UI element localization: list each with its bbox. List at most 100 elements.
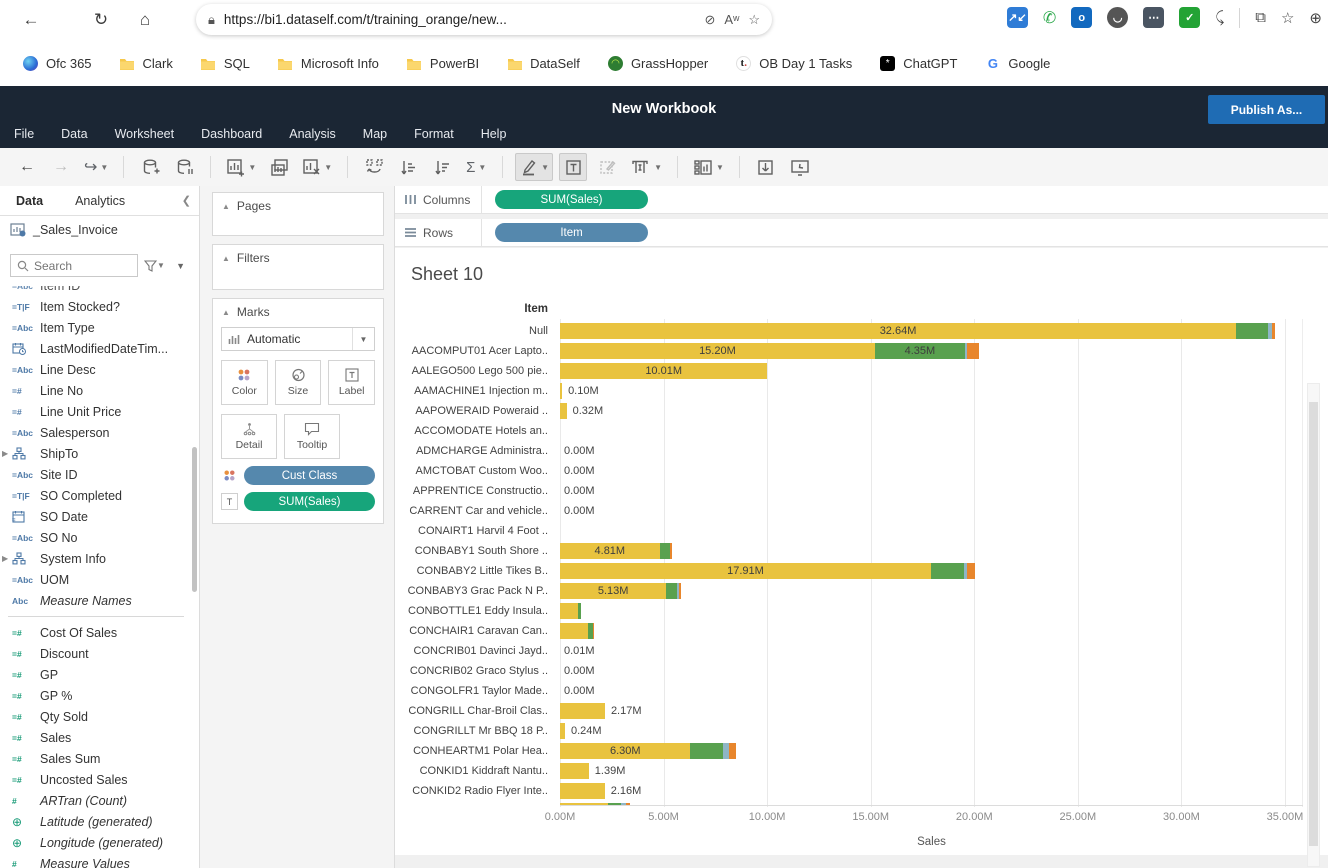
split-screen-icon[interactable]: ⧉ [1255, 9, 1266, 26]
collapse-chevron-icon[interactable]: ▲ [222, 254, 230, 263]
address-bar[interactable]: 🔒︎ https://bi1.dataself.com/t/training_o… [196, 4, 772, 35]
bar-segment-yellow[interactable]: 17.91M [560, 563, 931, 579]
outlook-extension-icon[interactable]: o [1071, 7, 1092, 28]
bookmark-grasshopper[interactable]: ◠GrassHopper [607, 56, 708, 71]
columns-shelf[interactable]: Columns SUM(Sales) [395, 186, 1328, 214]
item-row-label[interactable]: AAMACHINE1 Injection m.. [395, 381, 548, 401]
new-worksheet-icon[interactable]: ▼ [223, 153, 259, 181]
field-lastmodifieddatetim-[interactable]: LastModifiedDateTim... [0, 338, 192, 359]
expand-chevron-icon[interactable]: ▶ [2, 554, 8, 563]
bookmark-dataself[interactable]: DataSelf [506, 56, 580, 71]
item-row-label[interactable]: APPRENTICE Constructio.. [395, 481, 548, 501]
field-item-stocked-[interactable]: =T|FItem Stocked? [0, 296, 192, 317]
bar-segment-green[interactable]: 4.35M [875, 343, 965, 359]
rows-shelf[interactable]: Rows Item [395, 219, 1328, 247]
item-row-label[interactable]: CONKID2 Radio Flyer Inte.. [395, 781, 548, 801]
item-row-label[interactable]: ACCOMODATE Hotels an.. [395, 421, 548, 441]
field-measure-values[interactable]: #Measure Values [0, 853, 192, 868]
item-row-label[interactable]: CONBABY2 Little Tikes B.. [395, 561, 548, 581]
item-row-label[interactable]: CONGOLFR1 Taylor Made.. [395, 681, 548, 701]
back-icon[interactable]: ← [18, 8, 44, 32]
item-row-label[interactable] [395, 801, 548, 805]
show-mark-labels-icon[interactable] [559, 153, 587, 181]
bookmark-sql[interactable]: SQL [200, 56, 250, 71]
bar-segment-orange[interactable] [593, 623, 594, 639]
tab-data[interactable]: Data [0, 186, 59, 215]
favorites-list-icon[interactable]: ☆ [1281, 9, 1294, 27]
bar-segment-yellow[interactable]: 32.64M [560, 323, 1236, 339]
bar-segment-yellow[interactable] [560, 383, 562, 399]
fit-selector-icon[interactable]: ▼ [627, 153, 665, 181]
bookmark-powerbi[interactable]: PowerBI [406, 56, 479, 71]
bar-segment-yellow[interactable]: 10.01M [560, 363, 767, 379]
menu-map[interactable]: Map [363, 127, 387, 141]
item-row-label[interactable]: CONAIRT1 Harvil 4 Foot .. [395, 521, 548, 541]
mark-type-dropdown[interactable]: Automatic ▼ [221, 327, 375, 351]
field-item-type[interactable]: =AbcItem Type [0, 317, 192, 338]
refresh-icon[interactable]: ↻ [88, 8, 114, 32]
field-uom[interactable]: =AbcUOM [0, 569, 192, 590]
item-row-label[interactable]: AALEGO500 Lego 500 pie.. [395, 361, 548, 381]
duplicate-sheet-icon[interactable] [265, 153, 293, 181]
bar-segment-yellow[interactable] [560, 783, 605, 799]
item-row-label[interactable]: CONBABY3 Grac Pack N P.. [395, 581, 548, 601]
bar-segment-orange[interactable] [670, 543, 672, 559]
remote-desktop-extension-icon[interactable]: ↗↙ [1007, 7, 1028, 28]
collapse-pane-icon[interactable]: ❮ [174, 186, 199, 215]
redo-button[interactable]: → [47, 153, 75, 181]
bar-segment-orange[interactable] [967, 563, 975, 579]
search-input[interactable] [34, 259, 124, 273]
item-row-label[interactable]: AAPOWERAID Poweraid .. [395, 401, 548, 421]
columns-pill-sum-sales[interactable]: SUM(Sales) [495, 190, 648, 209]
zoom-out-icon[interactable]: ⊘ [705, 12, 716, 28]
replay-button[interactable]: ↪▼ [81, 153, 111, 181]
undo-button[interactable]: ← [13, 153, 41, 181]
checkmark-extension-icon[interactable]: ✓ [1179, 7, 1200, 28]
bar-segment-yellow[interactable]: 4.81M [560, 543, 660, 559]
phone-extension-icon[interactable]: ✆ [1043, 8, 1056, 28]
size-button[interactable]: Size [275, 360, 322, 405]
sort-descending-icon[interactable] [428, 153, 456, 181]
show-me-icon[interactable]: ▼ [690, 153, 727, 181]
field-measure-names[interactable]: AbcMeasure Names [0, 590, 192, 611]
swap-rows-columns-icon[interactable] [360, 153, 388, 181]
tab-analytics[interactable]: Analytics [59, 186, 141, 215]
x-axis-title[interactable]: Sales [560, 836, 1303, 848]
field-longitude-generated-[interactable]: ⊕Longitude (generated) [0, 832, 192, 853]
home-icon[interactable]: ⌂ [132, 8, 158, 32]
field-gp[interactable]: =#GP [0, 664, 192, 685]
field-cost-of-sales[interactable]: =#Cost Of Sales [0, 622, 192, 643]
item-row-label[interactable]: CONGRILL Char-Broil Clas.. [395, 701, 548, 721]
pane-options-caret-icon[interactable]: ▼ [176, 261, 193, 271]
collapse-chevron-icon[interactable]: ▲ [222, 202, 230, 211]
filter-funnel-icon[interactable]: ▼ [144, 260, 165, 272]
item-row-label[interactable]: CONBOTTLE1 Eddy Insula.. [395, 601, 548, 621]
menu-help[interactable]: Help [481, 127, 507, 141]
tooltip-button[interactable]: Tooltip [284, 414, 340, 459]
bar-segment-orange[interactable] [967, 343, 978, 359]
sort-ascending-icon[interactable] [394, 153, 422, 181]
bar-segment-yellow[interactable]: 15.20M [560, 343, 875, 359]
chart-scrollbar-thumb[interactable] [1309, 402, 1318, 846]
field-list-scrollbar[interactable] [192, 447, 197, 592]
item-row-label[interactable]: CONGRILLT Mr BBQ 18 P.. [395, 721, 548, 741]
extensions-puzzle-icon[interactable]: ⤹ [1215, 9, 1224, 26]
item-row-label[interactable]: CONCRIB01 Davinci Jayd.. [395, 641, 548, 661]
fix-axes-icon[interactable] [593, 153, 621, 181]
item-row-label[interactable]: CARRENT Car and vehicle.. [395, 501, 548, 521]
browser-essentials-icon[interactable]: ⊕ [1309, 9, 1322, 27]
collapse-chevron-icon[interactable]: ▲ [222, 308, 230, 317]
publish-as-button[interactable]: Publish As... [1208, 95, 1325, 124]
item-row-label[interactable]: CONHEARTM1 Polar Hea.. [395, 741, 548, 761]
item-row-label[interactable]: AMCTOBAT Custom Woo.. [395, 461, 548, 481]
item-row-label[interactable]: ADMCHARGE Administra.. [395, 441, 548, 461]
label-button[interactable]: Label [328, 360, 375, 405]
bar-segment-green[interactable] [690, 743, 722, 759]
bar-segment-yellow[interactable]: 5.13M [560, 583, 666, 599]
bar-segment-green[interactable] [666, 583, 676, 599]
highlight-icon[interactable]: ▼ [515, 153, 553, 181]
bar-segment-orange[interactable] [1272, 323, 1275, 339]
bar-segment-yellow[interactable] [560, 603, 578, 619]
read-aloud-icon[interactable]: Aʷ [724, 12, 739, 27]
field-shipto[interactable]: ▶ShipTo [0, 443, 192, 464]
